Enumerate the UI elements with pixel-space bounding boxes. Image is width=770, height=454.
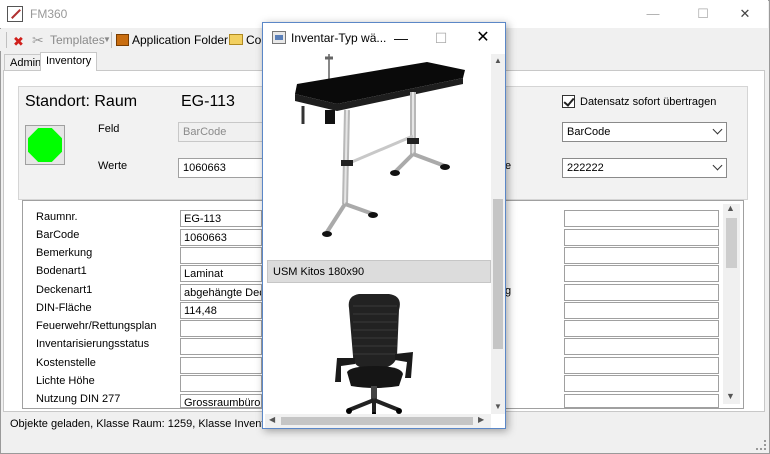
- scroll-down-arrow-icon[interactable]: ▼: [494, 402, 502, 411]
- scroll-left-arrow-icon[interactable]: ◀: [269, 415, 275, 424]
- list-item-caption: USM Kitos 180x90: [273, 266, 365, 278]
- truncated-toolbar-button[interactable]: Co: [246, 33, 261, 47]
- popup-maximize-button[interactable]: ☐: [421, 24, 461, 52]
- property-label: Bemerkung: [36, 247, 93, 259]
- right-property-value[interactable]: [564, 357, 719, 374]
- right-property-value[interactable]: [564, 302, 719, 319]
- scroll-down-arrow-icon[interactable]: ▼: [726, 391, 735, 401]
- app-logo-icon: [7, 6, 23, 22]
- right-feld-select[interactable]: BarCode: [562, 122, 727, 142]
- scroll-up-arrow-icon[interactable]: ▲: [726, 203, 735, 213]
- property-label: Raumnr.: [36, 211, 78, 223]
- popup-titlebar[interactable]: Inventar-Typ wä... — ☐ ✕: [263, 23, 505, 53]
- property-value[interactable]: [180, 320, 262, 337]
- property-label: Nutzung DIN 277: [36, 393, 121, 405]
- desk-image-icon[interactable]: [267, 54, 491, 259]
- office-chair-image-icon[interactable]: [267, 286, 491, 414]
- resize-grip-icon[interactable]: [756, 440, 766, 450]
- right-property-value[interactable]: [564, 394, 719, 408]
- property-label: BarCode: [36, 229, 80, 241]
- property-label: Lichte Höhe: [36, 375, 95, 387]
- property-label: Kostenstelle: [36, 357, 96, 369]
- immediate-transfer-checkbox[interactable]: [562, 95, 575, 108]
- property-value[interactable]: abgehängte Deck: [180, 284, 262, 301]
- right-property-value[interactable]: [564, 210, 719, 227]
- werte-input[interactable]: 1060663: [178, 158, 268, 178]
- room-value: EG-113: [181, 93, 235, 110]
- delete-icon[interactable]: ✖: [13, 34, 24, 50]
- right-property-value[interactable]: [564, 338, 719, 355]
- right-property-value[interactable]: [564, 320, 719, 337]
- property-value[interactable]: 1060663: [180, 229, 262, 246]
- application-folder-icon[interactable]: [116, 34, 129, 46]
- right-property-value[interactable]: [564, 265, 719, 282]
- popup-scroll-thumb[interactable]: [493, 199, 503, 349]
- close-button[interactable]: ✕: [722, 0, 768, 28]
- right-property-value[interactable]: [564, 247, 719, 264]
- property-value[interactable]: Grossraumbüro: [180, 394, 262, 408]
- application-folder-button[interactable]: Application Folder: [132, 33, 228, 47]
- immediate-transfer-label[interactable]: Datensatz sofort übertragen: [580, 96, 716, 108]
- maximize-button[interactable]: ☐: [680, 0, 726, 28]
- property-label: Deckenart1: [36, 284, 93, 296]
- chevron-down-icon: [712, 160, 723, 171]
- standort-label: Standort: Raum: [25, 93, 138, 110]
- grid-scroll-thumb[interactable]: [726, 218, 737, 268]
- property-value[interactable]: EG-113: [180, 210, 262, 227]
- chevron-down-icon: [712, 124, 723, 135]
- right-werte-select-value: 222222: [567, 162, 604, 174]
- right-werte-select[interactable]: 222222: [562, 158, 727, 178]
- property-value[interactable]: Laminat: [180, 265, 262, 282]
- popup-vertical-scrollbar[interactable]: ▲ ▼: [491, 54, 505, 414]
- minimize-button[interactable]: —: [630, 0, 676, 28]
- property-value[interactable]: [180, 357, 262, 374]
- inventory-type-popup: Inventar-Typ wä... — ☐ ✕ USM Kitos 180x9…: [262, 22, 506, 429]
- status-octagon-icon: [28, 128, 62, 162]
- right-property-value[interactable]: [564, 229, 719, 246]
- templates-icon[interactable]: ✂: [32, 32, 44, 49]
- property-value[interactable]: [180, 338, 262, 355]
- property-label: DIN-Fläche: [36, 302, 92, 314]
- feld-input[interactable]: BarCode: [178, 122, 268, 142]
- scroll-right-arrow-icon[interactable]: ▶: [478, 415, 484, 424]
- property-value[interactable]: 114,48: [180, 302, 262, 319]
- list-item-selected[interactable]: USM Kitos 180x90: [267, 260, 491, 283]
- popup-horizontal-scrollbar[interactable]: ◀ ▶: [265, 414, 491, 428]
- popup-window-icon: [272, 31, 286, 44]
- popup-minimize-button[interactable]: —: [381, 24, 421, 52]
- popup-hscroll-thumb[interactable]: [281, 417, 473, 425]
- folder-icon[interactable]: [229, 34, 243, 45]
- scroll-up-arrow-icon[interactable]: ▲: [494, 56, 502, 65]
- inventory-type-list[interactable]: USM Kitos 180x90: [265, 54, 491, 414]
- status-bar-text: Objekte geladen, Klasse Raum: 1259, Klas…: [10, 418, 287, 430]
- werte-label: Werte: [98, 160, 128, 172]
- templates-button[interactable]: Templates: [50, 33, 105, 47]
- right-property-value[interactable]: [564, 375, 719, 392]
- property-value[interactable]: [180, 375, 262, 392]
- popup-title: Inventar-Typ wä...: [291, 31, 387, 45]
- window-title: FM360: [30, 7, 68, 21]
- popup-close-button[interactable]: ✕: [463, 24, 503, 52]
- tab-inventory[interactable]: Inventory: [40, 52, 98, 71]
- property-label: Bodenart1: [36, 265, 87, 277]
- right-feld-select-value: BarCode: [567, 126, 611, 138]
- toolbar-grip: [6, 32, 7, 48]
- property-label: Inventarisierungsstatus: [36, 338, 150, 350]
- templates-dropdown-arrow[interactable]: ▼: [103, 35, 111, 44]
- right-property-value[interactable]: [564, 284, 719, 301]
- feld-label: Feld: [98, 123, 120, 135]
- property-label: Feuerwehr/Rettungsplan: [36, 320, 157, 332]
- property-value[interactable]: [180, 247, 262, 264]
- toolbar-separator: [111, 32, 112, 48]
